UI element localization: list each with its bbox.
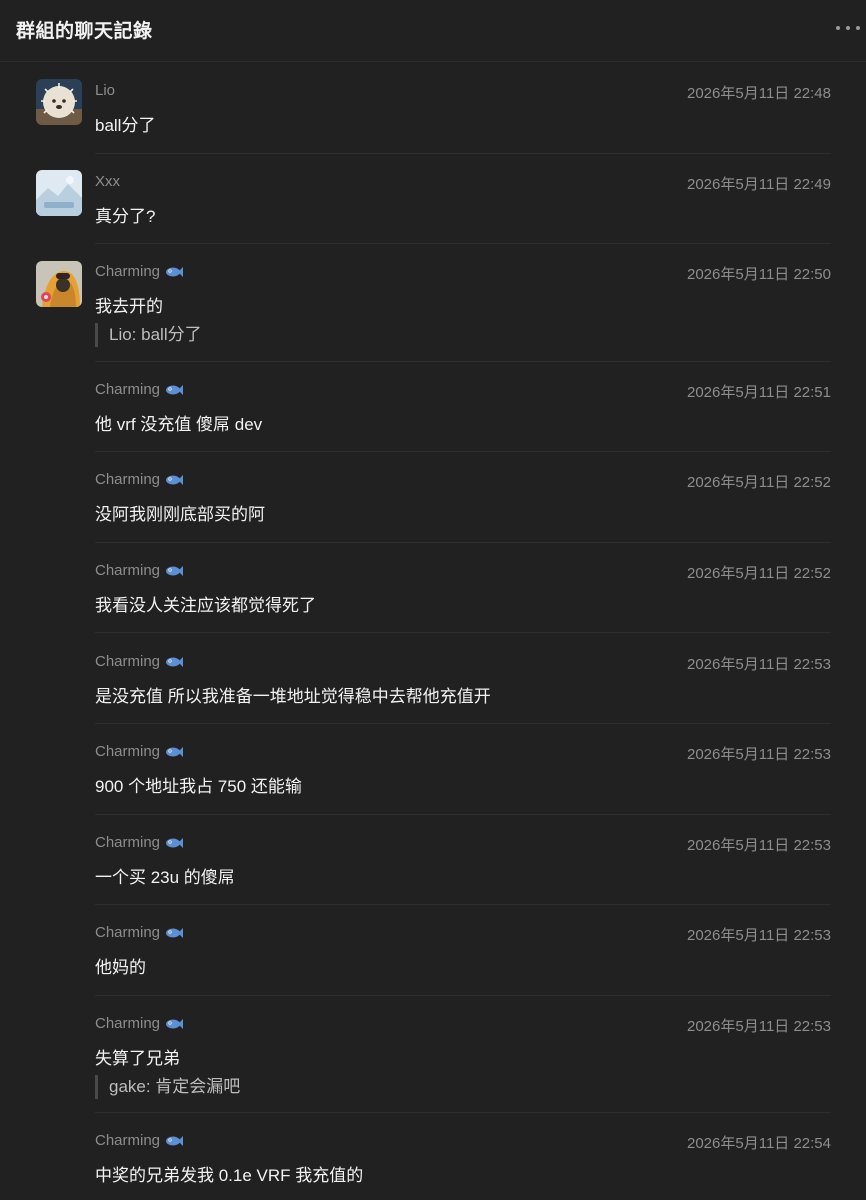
message-author[interactable]: Charming: [95, 471, 184, 488]
message-author[interactable]: Charming: [95, 1015, 184, 1032]
fish-icon: [166, 1018, 184, 1029]
message-author[interactable]: Lio: [95, 82, 115, 99]
message-divider: [95, 995, 831, 996]
message-divider: [95, 632, 831, 633]
message-author[interactable]: Xxx: [95, 173, 120, 190]
message-text: 中奖的兄弟发我 0.1e VRF 我充值的: [95, 1166, 364, 1185]
fish-icon: [166, 384, 184, 395]
author-name: Charming: [95, 471, 161, 488]
fish-icon: [166, 266, 184, 277]
author-name: Charming: [95, 1132, 161, 1149]
message-author[interactable]: Charming: [95, 1132, 184, 1149]
author-name: Charming: [95, 924, 161, 941]
message-divider: [95, 904, 831, 905]
message-text: 失算了兄弟: [95, 1049, 180, 1068]
message-text: 我看没人关注应该都觉得死了: [95, 596, 316, 615]
avatar-lio[interactable]: [36, 79, 82, 125]
message-text: 是没充值 所以我准备一堆地址觉得稳中去帮他充值开: [95, 687, 491, 706]
message-divider: [95, 723, 831, 724]
author-name: Charming: [95, 562, 161, 579]
message-time: 2026年5月11日 22:49: [687, 176, 831, 193]
message-text: 900 个地址我占 750 还能输: [95, 777, 302, 796]
message-divider: [95, 451, 831, 452]
page-title: 群組的聊天記錄: [16, 21, 153, 42]
message-divider: [95, 243, 831, 244]
author-name: Charming: [95, 263, 161, 280]
message-time: 2026年5月11日 22:51: [687, 384, 831, 401]
message-time: 2026年5月11日 22:53: [687, 927, 831, 944]
message-text: 一个买 23u 的傻屌: [95, 868, 235, 887]
message-quote[interactable]: gake: 肯定会漏吧: [95, 1075, 240, 1099]
author-name: Charming: [95, 834, 161, 851]
message-divider: [95, 1112, 831, 1113]
fish-icon: [166, 927, 184, 938]
message-text: 他妈的: [95, 958, 146, 977]
message-time: 2026年5月11日 22:50: [687, 266, 831, 283]
message-author[interactable]: Charming: [95, 924, 184, 941]
fish-icon: [166, 746, 184, 757]
message-author[interactable]: Charming: [95, 263, 184, 280]
message-text: 真分了?: [95, 207, 156, 226]
avatar-xxx[interactable]: [36, 170, 82, 216]
message-time: 2026年5月11日 22:48: [687, 85, 831, 102]
fish-icon: [166, 565, 184, 576]
message-author[interactable]: Charming: [95, 562, 184, 579]
message-time: 2026年5月11日 22:53: [687, 837, 831, 854]
fish-icon: [166, 474, 184, 485]
message-time: 2026年5月11日 22:52: [687, 565, 831, 582]
fish-icon: [166, 1135, 184, 1146]
author-name: Charming: [95, 653, 161, 670]
message-text: 没阿我刚刚底部买的阿: [95, 505, 265, 524]
message-time: 2026年5月11日 22:53: [687, 746, 831, 763]
message-author[interactable]: Charming: [95, 381, 184, 398]
message-text: ball分了: [95, 116, 156, 135]
message-divider: [95, 814, 831, 815]
chat-header: 群組的聊天記錄: [0, 0, 866, 62]
author-name: Charming: [95, 381, 161, 398]
message-divider: [95, 361, 831, 362]
message-author[interactable]: Charming: [95, 834, 184, 851]
avatar-charming[interactable]: [36, 261, 82, 307]
message-divider: [95, 153, 831, 154]
message-divider: [95, 542, 831, 543]
message-quote[interactable]: Lio: ball分了: [95, 323, 202, 347]
message-time: 2026年5月11日 22:52: [687, 474, 831, 491]
message-author[interactable]: Charming: [95, 653, 184, 670]
message-time: 2026年5月11日 22:53: [687, 1018, 831, 1035]
author-name: Charming: [95, 743, 161, 760]
message-text: 他 vrf 没充值 傻屌 dev: [95, 415, 263, 434]
fish-icon: [166, 656, 184, 667]
more-options-icon[interactable]: [836, 18, 860, 38]
author-name: Charming: [95, 1015, 161, 1032]
message-time: 2026年5月11日 22:53: [687, 656, 831, 673]
fish-icon: [166, 837, 184, 848]
message-time: 2026年5月11日 22:54: [687, 1135, 831, 1152]
message-author[interactable]: Charming: [95, 743, 184, 760]
message-text: 我去开的: [95, 297, 163, 316]
